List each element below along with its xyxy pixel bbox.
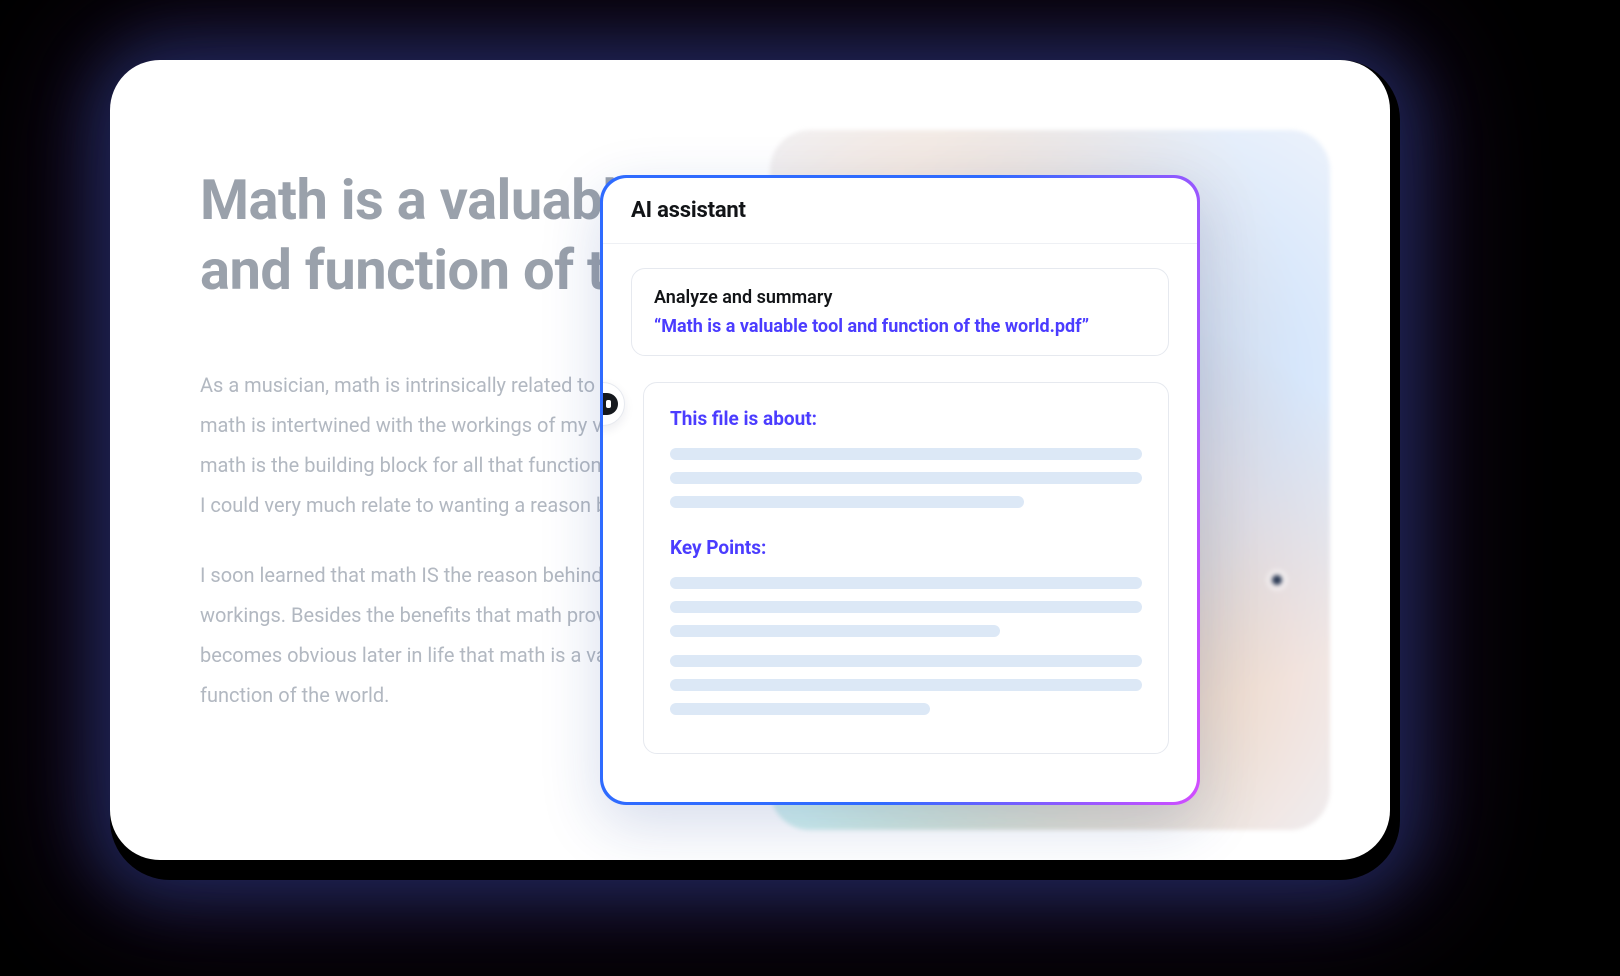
skeleton-line — [670, 472, 1142, 484]
response-heading-about: This file is about: — [670, 407, 1142, 430]
skeleton-line — [670, 496, 1024, 508]
prompt-file-name: “Math is a valuable tool and function of… — [654, 316, 1146, 337]
skeleton-line — [670, 655, 1142, 667]
skeleton-block — [670, 655, 1142, 715]
prompt-box[interactable]: Analyze and summary “Math is a valuable … — [631, 268, 1169, 356]
bot-avatar-icon — [603, 382, 625, 426]
skeleton-line — [670, 703, 930, 715]
skeleton-line — [670, 679, 1142, 691]
ai-assistant-panel[interactable]: AI assistant Analyze and summary “Math i… — [600, 175, 1200, 805]
response-row: This file is about: Key Points: — [631, 382, 1169, 754]
skeleton-line — [670, 577, 1142, 589]
response-box: This file is about: Key Points: — [643, 382, 1169, 754]
skeleton-block — [670, 577, 1142, 637]
ai-assistant-title: AI assistant — [631, 198, 1169, 223]
ai-assistant-inner: AI assistant Analyze and summary “Math i… — [603, 178, 1197, 802]
skeleton-line — [670, 625, 1000, 637]
ai-assistant-body: Analyze and summary “Math is a valuable … — [603, 244, 1197, 802]
skeleton-block — [670, 448, 1142, 508]
response-heading-keypoints: Key Points: — [670, 536, 1142, 559]
ai-assistant-header: AI assistant — [603, 178, 1197, 244]
document-card: Math is a valuable tool and function of … — [110, 60, 1390, 860]
skeleton-line — [670, 448, 1142, 460]
prompt-action-label: Analyze and summary — [654, 287, 1146, 308]
skeleton-line — [670, 601, 1142, 613]
